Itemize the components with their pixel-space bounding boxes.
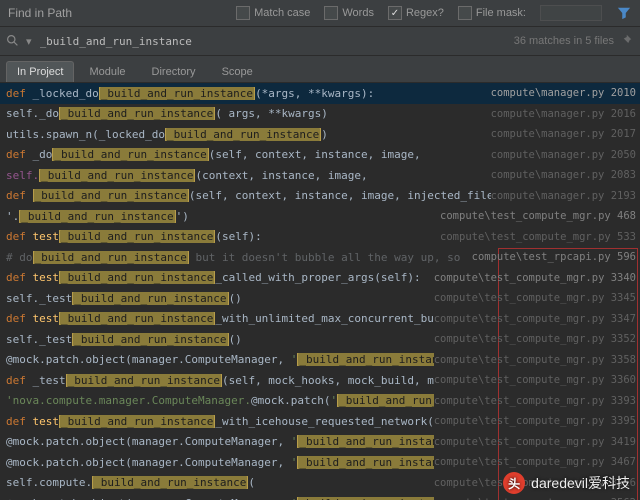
file-mask-input bbox=[540, 5, 602, 21]
match-case-checkbox[interactable]: Match case bbox=[236, 6, 310, 20]
watermark-logo-icon: 头 bbox=[503, 472, 525, 494]
result-row[interactable]: 'nova.compute.manager.ComputeManager.@mo… bbox=[0, 391, 640, 412]
tab-directory[interactable]: Directory bbox=[141, 61, 207, 82]
tab-module[interactable]: Module bbox=[78, 61, 136, 82]
result-row[interactable]: @mock.patch.object(manager.ComputeManage… bbox=[0, 493, 640, 500]
words-checkbox[interactable]: Words bbox=[324, 6, 374, 20]
result-row[interactable]: self._do_build_and_run_instance( args, *… bbox=[0, 104, 640, 125]
scope-tabs: In Project Module Directory Scope bbox=[0, 56, 640, 83]
pin-icon[interactable] bbox=[620, 34, 634, 48]
result-row[interactable]: def _locked_do_build_and_run_instance(*a… bbox=[0, 83, 640, 104]
search-icon bbox=[6, 34, 20, 48]
result-row[interactable]: def _do_build_and_run_instance(self, con… bbox=[0, 145, 640, 166]
result-row[interactable]: def test_build_and_run_instance_called_w… bbox=[0, 268, 640, 289]
result-row[interactable]: '._build_and_run_instance')compute\test_… bbox=[0, 206, 640, 227]
result-row[interactable]: @mock.patch.object(manager.ComputeManage… bbox=[0, 432, 640, 453]
result-row[interactable]: # do_build_and_run_instance but it doesn… bbox=[0, 247, 640, 268]
search-input[interactable] bbox=[38, 34, 508, 49]
result-row[interactable]: def _test_build_and_run_instance(self, m… bbox=[0, 370, 640, 391]
search-row: ▾ 36 matches in 5 files bbox=[0, 27, 640, 56]
result-row[interactable]: def test_build_and_run_instance_with_ice… bbox=[0, 411, 640, 432]
title-bar: Find in Path Match case Words ✓Regex? Fi… bbox=[0, 0, 640, 27]
tab-scope[interactable]: Scope bbox=[211, 61, 264, 82]
file-mask-checkbox[interactable]: File mask: bbox=[458, 6, 526, 20]
result-row[interactable]: @mock.patch.object(manager.ComputeManage… bbox=[0, 350, 640, 371]
result-row[interactable]: def test_build_and_run_instance_with_unl… bbox=[0, 309, 640, 330]
result-row[interactable]: @mock.patch.object(manager.ComputeManage… bbox=[0, 452, 640, 473]
dialog-title: Find in Path bbox=[8, 6, 72, 20]
results-list[interactable]: def _locked_do_build_and_run_instance(*a… bbox=[0, 83, 640, 500]
result-row[interactable]: def _build_and_run_instance(self, contex… bbox=[0, 186, 640, 207]
watermark: 头 daredevil爱科技 bbox=[503, 472, 630, 494]
result-row[interactable]: self._build_and_run_instance(context, in… bbox=[0, 165, 640, 186]
match-count: 36 matches in 5 files bbox=[514, 35, 614, 47]
result-row[interactable]: def test_build_and_run_instance(self):co… bbox=[0, 227, 640, 248]
regex-checkbox[interactable]: ✓Regex? bbox=[388, 6, 444, 20]
result-row[interactable]: utils.spawn_n(_locked_do_build_and_run_i… bbox=[0, 124, 640, 145]
result-row[interactable]: self._test_build_and_run_instance()compu… bbox=[0, 329, 640, 350]
tab-in-project[interactable]: In Project bbox=[6, 61, 74, 82]
result-row[interactable]: self._test_build_and_run_instance()compu… bbox=[0, 288, 640, 309]
filter-icon[interactable] bbox=[616, 5, 632, 21]
